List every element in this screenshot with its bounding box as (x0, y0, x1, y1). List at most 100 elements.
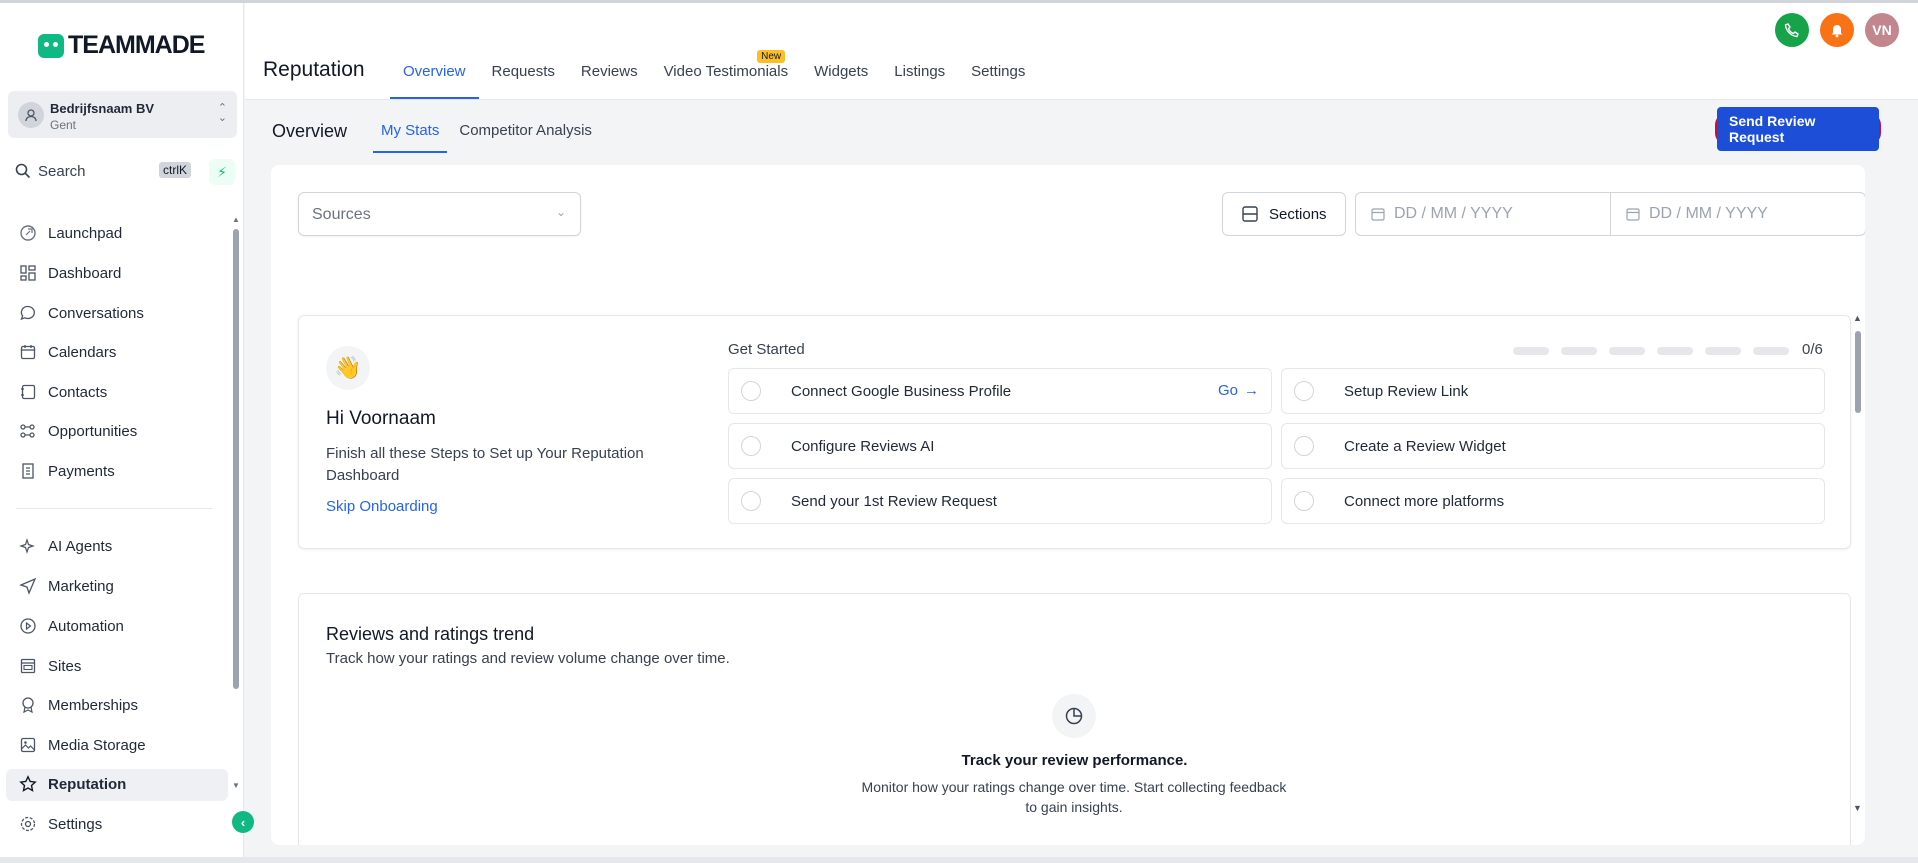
sidebar-item-calendars[interactable]: Calendars (18, 338, 116, 366)
scroll-up-icon: ▲ (232, 215, 240, 224)
search-label: Search (38, 162, 86, 180)
sidebar-item-automation[interactable]: Automation (18, 612, 124, 640)
go-link[interactable]: Go → (1218, 382, 1259, 399)
greeting: Hi Voornaam (326, 408, 436, 429)
play-icon (18, 616, 38, 636)
tab-label: Video Testimonials (663, 63, 789, 80)
step-configure-reviews-ai[interactable]: Configure Reviews AI (728, 423, 1272, 469)
sidebar-item-label: Payments (48, 462, 115, 480)
content-scrollbar[interactable]: ▲ ▼ (1853, 313, 1863, 813)
step-create-review-widget[interactable]: Create a Review Widget (1281, 423, 1825, 469)
scroll-down-icon: ▼ (1853, 803, 1862, 813)
tab-competitor-analysis[interactable]: Competitor Analysis (451, 122, 600, 153)
tab-reviews[interactable]: Reviews (568, 63, 651, 99)
rocket-icon (18, 223, 38, 243)
onboarding-card: 👋 Hi Voornaam Finish all these Steps to … (298, 315, 1851, 549)
logo[interactable]: TEAMMADE (38, 31, 205, 60)
sidebar-item-memberships[interactable]: Memberships (18, 691, 138, 719)
scroll-thumb[interactable] (1855, 331, 1861, 413)
step-setup-review-link[interactable]: Setup Review Link (1281, 368, 1825, 414)
date-to-input[interactable]: DD / MM / YYYY (1610, 193, 1865, 235)
get-started-title: Get Started (728, 341, 805, 358)
search-icon (15, 163, 31, 179)
sidebar-item-label: Conversations (48, 304, 144, 322)
step-radio[interactable] (1294, 436, 1314, 456)
step-connect-more-platforms[interactable]: Connect more platforms (1281, 478, 1825, 524)
calendar-icon (1626, 208, 1640, 221)
sidebar-item-label: Launchpad (48, 224, 123, 242)
sidebar-item-reputation[interactable]: Reputation (18, 770, 126, 798)
sidebar-item-dashboard[interactable]: Dashboard (18, 259, 121, 287)
sections-label: Sections (1269, 205, 1327, 223)
sidebar-item-conversations[interactable]: Conversations (18, 299, 144, 327)
tab-requests[interactable]: Requests (479, 63, 568, 99)
search-input[interactable]: Search ctrlK (8, 156, 203, 186)
empty-state-description: Monitor how your ratings change over tim… (861, 779, 1287, 815)
sections-button[interactable]: Sections (1222, 192, 1346, 236)
date-range-picker: DD / MM / YYYY DD / MM / YYYY (1355, 192, 1865, 236)
sidebar-item-label: Reputation (48, 775, 127, 793)
tab-my-stats[interactable]: My Stats (373, 122, 448, 153)
chevron-left-icon: ‹ (240, 814, 246, 830)
main-content: Sources ⌄ Sections DD / MM / YYYY DD / M… (271, 165, 1865, 845)
sidebar-scrollbar[interactable]: ▲ ▼ (232, 215, 240, 790)
sources-select[interactable]: Sources ⌄ (298, 192, 581, 236)
step-send-first-review-request[interactable]: Send your 1st Review Request (728, 478, 1272, 524)
date-from-input[interactable]: DD / MM / YYYY (1356, 193, 1610, 235)
progress-segment (1609, 347, 1645, 355)
bell-icon (1831, 25, 1843, 38)
logo-text: TEAMMADE (68, 31, 205, 59)
scroll-up-icon: ▲ (1853, 313, 1862, 323)
receipt-icon (18, 461, 38, 481)
scroll-thumb[interactable] (233, 229, 239, 689)
step-connect-google[interactable]: Connect Google Business Profile Go → (728, 368, 1272, 414)
chevron-updown-icon: ⌃ ⌄ (217, 102, 227, 124)
progress-segment (1657, 347, 1693, 355)
skip-onboarding-link[interactable]: Skip Onboarding (326, 498, 438, 515)
user-avatar[interactable]: VN (1865, 13, 1899, 47)
new-badge: New (757, 50, 786, 63)
sidebar-item-contacts[interactable]: Contacts (18, 378, 107, 406)
account-switcher[interactable]: Bedrijfsnaam BV Gent ⌃ ⌄ (8, 91, 237, 138)
tab-widgets[interactable]: Widgets (801, 63, 881, 99)
tab-video-testimonials[interactable]: Video Testimonials New (651, 50, 802, 99)
tab-overview[interactable]: Overview (390, 63, 479, 99)
sidebar-item-sites[interactable]: Sites (18, 652, 81, 680)
tab-settings[interactable]: Settings (958, 63, 1038, 99)
badge-icon (18, 695, 38, 715)
sidebar-item-label: AI Agents (48, 537, 113, 555)
progress-segment (1753, 347, 1789, 355)
step-radio[interactable] (1294, 491, 1314, 511)
sidebar-item-label: Opportunities (48, 422, 138, 440)
section-title: Overview (272, 121, 348, 141)
collapse-sidebar-button[interactable]: ‹ (232, 811, 254, 833)
progress-segment (1561, 347, 1597, 355)
sidebar-item-label: Sites (48, 657, 82, 675)
quick-action-button[interactable]: ⚡ (209, 159, 235, 185)
sidebar-item-ai-agents[interactable]: AI Agents (18, 532, 112, 560)
sidebar-item-launchpad[interactable]: Launchpad (18, 219, 122, 247)
date-to-placeholder: DD / MM / YYYY (1649, 205, 1768, 222)
send-review-request-button[interactable]: Send Review Request (1715, 107, 1881, 151)
sidebar-item-settings[interactable]: Settings (18, 810, 102, 838)
sidebar-item-payments[interactable]: Payments (18, 457, 115, 485)
step-radio[interactable] (741, 381, 761, 401)
contacts-icon (18, 382, 38, 402)
tab-listings[interactable]: Listings (881, 63, 958, 99)
sidebar-item-marketing[interactable]: Marketing (18, 572, 114, 600)
sparkle-icon (18, 536, 38, 556)
step-label: Connect more platforms (1344, 492, 1505, 510)
step-radio[interactable] (1294, 381, 1314, 401)
step-label: Setup Review Link (1344, 382, 1469, 400)
go-label: Go (1217, 382, 1238, 399)
sidebar-item-opportunities[interactable]: Opportunities (18, 417, 137, 445)
step-radio[interactable] (741, 491, 761, 511)
notifications-button[interactable] (1820, 13, 1854, 47)
sidebar-item-media-storage[interactable]: Media Storage (18, 731, 146, 759)
step-radio[interactable] (741, 436, 761, 456)
sidebar-item-label: Marketing (48, 577, 114, 595)
sidebar-item-label: Settings (48, 815, 103, 833)
phone-button[interactable] (1775, 13, 1809, 47)
trend-title: Reviews and ratings trend (326, 624, 535, 644)
main-tabs: Overview Requests Reviews Video Testimon… (390, 50, 1038, 99)
